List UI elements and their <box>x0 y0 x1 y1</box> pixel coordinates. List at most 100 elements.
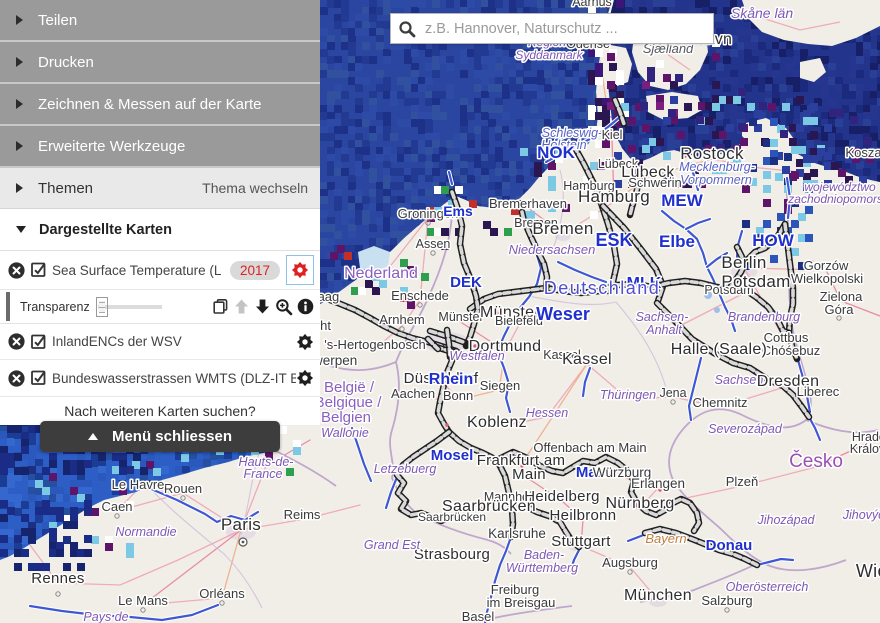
map-label: Plzeň <box>726 474 759 489</box>
search-icon[interactable] <box>391 14 423 43</box>
map-label: Saarbrücken <box>442 498 536 515</box>
map-label: Erlangen <box>631 476 685 491</box>
map-label: Niedersachsen <box>509 242 596 257</box>
layer-checkbox-checked[interactable] <box>31 334 47 350</box>
map-label: Oberösterreich <box>726 580 809 594</box>
layer-name: Bundeswasserstrassen WMTS (DLZ-IT BVBS) <box>52 371 296 386</box>
map-label: Koblenz <box>467 414 527 431</box>
map-label: Vorpommern <box>680 173 752 187</box>
map-label: Koszalin <box>845 145 880 160</box>
map-label: MEW <box>661 191 704 210</box>
remove-layer-icon[interactable] <box>8 333 25 350</box>
slider-handle[interactable] <box>96 297 108 317</box>
search-box <box>390 13 714 44</box>
sidebar-item-zeichnen[interactable]: Zeichnen & Messen auf der Karte <box>0 84 320 126</box>
map-label: Bayern <box>645 531 686 546</box>
map-label: Halle (Saale) <box>671 341 767 358</box>
map-label: Normandie <box>115 525 176 539</box>
chevron-up-icon <box>88 433 98 440</box>
map-label: Caen <box>101 499 132 514</box>
thema-wechseln-link[interactable]: Thema wechseln <box>202 180 308 196</box>
map-label: Hamburg <box>578 187 650 206</box>
app-root: { "sidebar": { "menu": [ {"label": "Teil… <box>0 0 880 623</box>
map-label: im Breisgau <box>487 595 556 610</box>
map-label: Belgien <box>321 409 371 426</box>
map-label: Heilbronn <box>550 507 617 524</box>
map-label: NOK <box>537 143 576 162</box>
map-label: Kassel <box>562 351 612 368</box>
chevron-right-icon <box>16 15 23 25</box>
map-label: Baden- <box>524 548 564 562</box>
map-label: 's-Hertogenbosch <box>324 337 425 352</box>
sidebar: Teilen Drucken Zeichnen & Messen auf der… <box>0 0 320 425</box>
remove-layer-icon[interactable] <box>8 262 25 279</box>
map-label: Arnhem <box>379 312 425 327</box>
map-label: Anhalt <box>645 323 682 337</box>
duplicate-layer-icon[interactable] <box>212 298 229 315</box>
section-dargestellte-karten[interactable]: Dargestellte Karten <box>0 209 320 251</box>
gear-icon <box>296 333 314 351</box>
map-label: Jihozápad <box>757 513 816 527</box>
map-label: Wielkopolski <box>791 271 863 286</box>
layer-settings-button[interactable] <box>296 369 314 387</box>
map-label: Thüringen <box>600 388 656 402</box>
sidebar-item-themen[interactable]: Themen Thema wechseln <box>0 168 320 209</box>
map-label: Karlsruhe <box>488 526 546 541</box>
close-menu-button[interactable]: Menü schliessen <box>40 421 280 452</box>
layer-settings-button-active[interactable] <box>286 255 314 285</box>
layer-info-icon[interactable] <box>297 298 314 315</box>
map-label: DEK <box>450 274 482 291</box>
map-label: München <box>624 587 692 604</box>
move-layer-up-icon[interactable] <box>233 298 250 315</box>
map-label: Assen <box>416 237 451 251</box>
chevron-right-icon <box>16 57 23 67</box>
map-label: Grand Est <box>364 538 421 552</box>
sidebar-item-erweiterte-werkzeuge[interactable]: Erweiterte Werkzeuge <box>0 126 320 168</box>
map-label: Rouen <box>164 481 202 496</box>
map-label: Bremerhaven <box>489 196 567 211</box>
zoom-to-layer-icon[interactable] <box>275 298 293 316</box>
layer-checkbox-checked[interactable] <box>31 262 47 278</box>
sidebar-item-drucken[interactable]: Drucken <box>0 42 320 84</box>
sidebar-item-teilen[interactable]: Teilen <box>0 0 320 42</box>
map-label: Weser <box>536 304 590 324</box>
move-layer-down-icon[interactable] <box>254 298 271 315</box>
map-label: Rennes <box>31 570 85 587</box>
layer-name: InlandENCs der WSV <box>52 334 182 349</box>
layer-name: Sea Surface Temperature (L3, ... <box>52 263 222 278</box>
map-label: Nederland <box>344 265 418 282</box>
map-label: France <box>244 467 283 481</box>
map-label: Liberec <box>797 384 840 399</box>
map-label: Aarhus <box>572 0 612 9</box>
map-label: Syddanmark <box>515 48 583 62</box>
transparency-slider[interactable] <box>98 305 162 309</box>
map-label: Letzebuerg <box>374 462 437 476</box>
search-input[interactable] <box>423 14 713 43</box>
map-label: Württemberg <box>506 561 578 575</box>
layer-settings-button[interactable] <box>296 333 314 351</box>
layer-row-bundeswasserstrassen: Bundeswasserstrassen WMTS (DLZ-IT BVBS) <box>0 360 320 397</box>
map-label: Mecklenburg- <box>679 160 755 174</box>
map-label: HOW <box>752 231 795 250</box>
layer-transparency-row: Transparenz <box>0 290 320 324</box>
map-label: Chemnitz <box>693 395 748 410</box>
map-label: Králové <box>850 442 880 456</box>
remove-layer-icon[interactable] <box>8 370 25 387</box>
active-layer-indicator <box>6 292 10 321</box>
sidebar-item-label: Drucken <box>38 54 94 71</box>
map-label: Hessen <box>526 406 568 420</box>
gear-icon <box>291 261 309 279</box>
paris-marker <box>239 538 247 546</box>
section-title: Dargestellte Karten <box>39 222 172 238</box>
layer-row-inlandencs: InlandENCs der WSV <box>0 324 320 360</box>
map-label: Góra <box>825 302 855 317</box>
layer-checkbox-checked[interactable] <box>31 370 47 386</box>
map-label: Deutschland <box>544 278 661 298</box>
layer-tool-icons <box>212 298 320 316</box>
map-label: Le Havre <box>112 477 165 492</box>
transparency-label: Transparenz <box>20 300 90 314</box>
map-label: Main <box>512 466 546 483</box>
map-label: Reims <box>284 507 321 522</box>
map-label: Le Mans <box>118 593 168 608</box>
sidebar-item-label: Teilen <box>38 12 77 29</box>
